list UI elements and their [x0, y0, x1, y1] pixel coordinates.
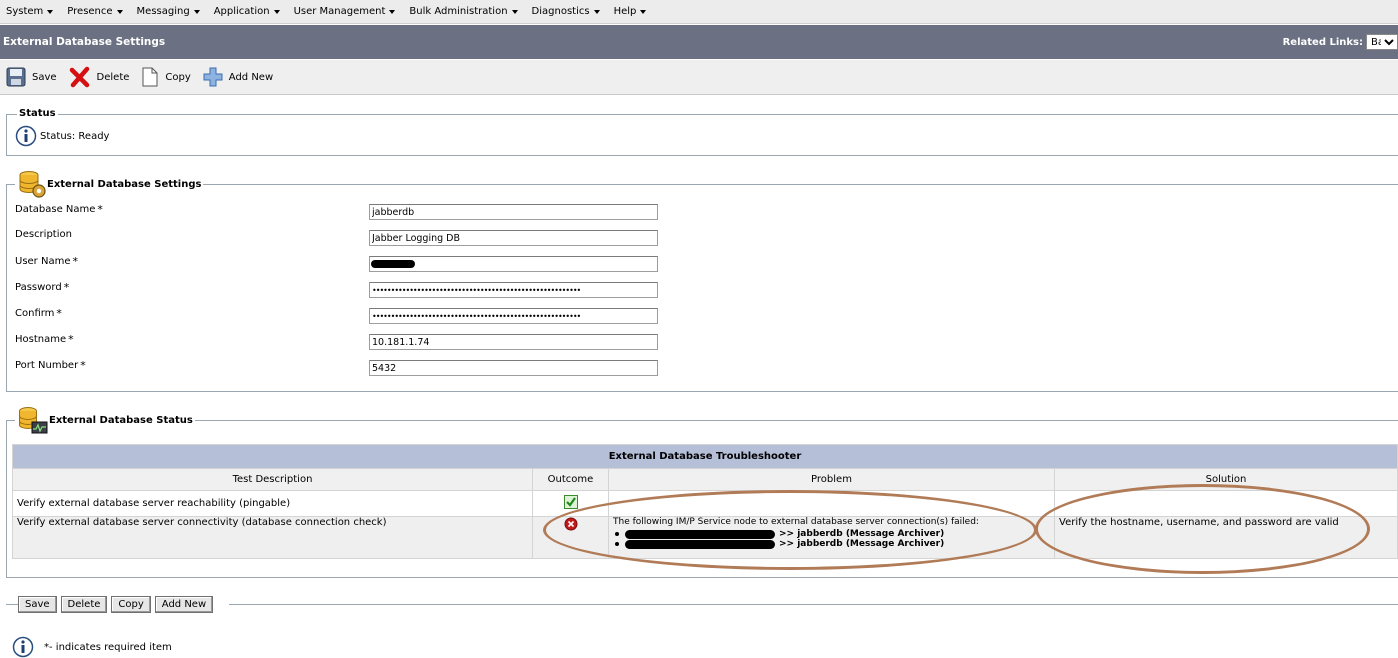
test-description-cell: Verify external database server reachabi…: [12, 490, 533, 517]
red-x-icon: [69, 66, 89, 88]
list-item: >> jabberdb (Message Archiver): [613, 539, 1050, 549]
status-legend: Status: [17, 108, 58, 119]
user-name-row: User Name *: [15, 255, 78, 268]
port-number-input[interactable]: [369, 360, 658, 376]
database-name-input[interactable]: [369, 204, 658, 220]
test-description-cell: Verify external database server connecti…: [12, 516, 533, 559]
menu-help[interactable]: Help: [614, 6, 647, 17]
info-icon: [12, 636, 34, 658]
caret-down-icon: [273, 9, 280, 14]
add-new-button[interactable]: Add New: [203, 67, 273, 87]
table-row: Verify external database server reachabi…: [12, 490, 1398, 517]
menu-user-management[interactable]: User Management: [294, 6, 396, 17]
related-links-label: Related Links:: [1282, 36, 1363, 48]
status-section: Status Status: Ready: [6, 108, 1398, 156]
problem-text: The following IM/P Service node to exter…: [613, 517, 979, 527]
db-status-legend: External Database Status: [15, 405, 195, 435]
database-status-icon: [19, 407, 48, 434]
redaction-mark: [625, 539, 775, 549]
caret-down-icon: [640, 9, 647, 14]
redaction-mark: [625, 529, 775, 539]
database-gear-icon: [19, 171, 46, 198]
caret-down-icon: [511, 9, 518, 14]
footnote: *- indicates required item: [12, 636, 172, 658]
caret-down-icon: [389, 9, 396, 14]
menu-bulk-administration[interactable]: Bulk Administration: [409, 6, 518, 17]
outcome-cell: [532, 490, 609, 517]
caret-down-icon: [116, 9, 123, 14]
bottom-button-row: Save Delete Copy Add New: [18, 596, 217, 613]
menu-presence[interactable]: Presence: [67, 6, 123, 17]
floppy-disk-icon: [6, 67, 26, 87]
copy-button[interactable]: Copy: [141, 67, 191, 87]
delete-button-bottom[interactable]: Delete: [60, 596, 108, 613]
toolbar: Save Delete Copy Add New: [0, 60, 1398, 95]
delete-button[interactable]: Delete: [69, 66, 129, 88]
related-links: Related Links: Back: [1283, 34, 1398, 50]
problem-cell: The following IM/P Service node to exter…: [608, 516, 1055, 559]
divider: [6, 604, 18, 605]
redaction-mark: [371, 260, 415, 268]
confirm-password-input[interactable]: [369, 308, 658, 324]
bullet-icon: [615, 532, 619, 536]
copy-button-bottom[interactable]: Copy: [111, 596, 151, 613]
bullet-icon: [615, 542, 619, 546]
description-row: Description: [15, 229, 72, 240]
solution-cell: Verify the hostname, username, and passw…: [1054, 516, 1398, 559]
green-check-icon: [563, 495, 578, 509]
copy-document-icon: [142, 67, 158, 87]
save-button-bottom[interactable]: Save: [18, 596, 57, 613]
save-button[interactable]: Save: [6, 67, 57, 87]
menu-application[interactable]: Application: [214, 6, 280, 17]
hostname-input[interactable]: [369, 334, 658, 350]
menu-system[interactable]: System: [6, 6, 54, 17]
port-number-row: Port Number *: [15, 359, 86, 372]
settings-legend: External Database Settings: [15, 169, 204, 199]
column-header-solution: Solution: [1054, 468, 1398, 491]
column-header-test-description: Test Description: [12, 468, 533, 491]
footnote-text: *- indicates required item: [44, 641, 172, 653]
password-input[interactable]: [369, 282, 658, 298]
troubleshooter-caption: External Database Troubleshooter: [12, 444, 1398, 469]
menu-diagnostics[interactable]: Diagnostics: [532, 6, 600, 17]
outcome-cell: [532, 516, 609, 559]
menu-bar: System Presence Messaging Application Us…: [0, 0, 1398, 24]
confirm-row: Confirm *: [15, 307, 62, 320]
status-text: Status: Ready: [40, 130, 110, 142]
divider: [229, 604, 1398, 605]
problem-cell: [608, 490, 1055, 517]
table-row: Verify external database server connecti…: [12, 516, 1398, 559]
troubleshooter-table: External Database Troubleshooter Test De…: [12, 444, 1398, 559]
title-bar: External Database Settings Related Links…: [0, 25, 1398, 59]
plus-icon: [203, 67, 223, 87]
caret-down-icon: [47, 9, 54, 14]
add-new-button-bottom[interactable]: Add New: [154, 596, 214, 613]
error-circle-icon: [564, 517, 577, 531]
page-title: External Database Settings: [3, 36, 166, 48]
problem-list: >> jabberdb (Message Archiver) >> jabber…: [613, 529, 1050, 549]
info-icon: [15, 125, 37, 147]
caret-down-icon: [193, 9, 200, 14]
list-item: >> jabberdb (Message Archiver): [613, 529, 1050, 539]
column-header-problem: Problem: [608, 468, 1055, 491]
related-links-select[interactable]: Back: [1366, 34, 1398, 50]
menu-messaging[interactable]: Messaging: [137, 6, 200, 17]
column-header-outcome: Outcome: [532, 468, 609, 491]
status-line: Status: Ready: [15, 125, 109, 147]
database-name-row: Database Name *: [15, 203, 103, 216]
external-database-settings-section: External Database Settings Database Name…: [6, 169, 1398, 392]
solution-cell: [1054, 490, 1398, 517]
caret-down-icon: [593, 9, 600, 14]
password-row: Password *: [15, 281, 70, 294]
hostname-row: Hostname *: [15, 333, 74, 346]
description-input[interactable]: [369, 230, 658, 246]
